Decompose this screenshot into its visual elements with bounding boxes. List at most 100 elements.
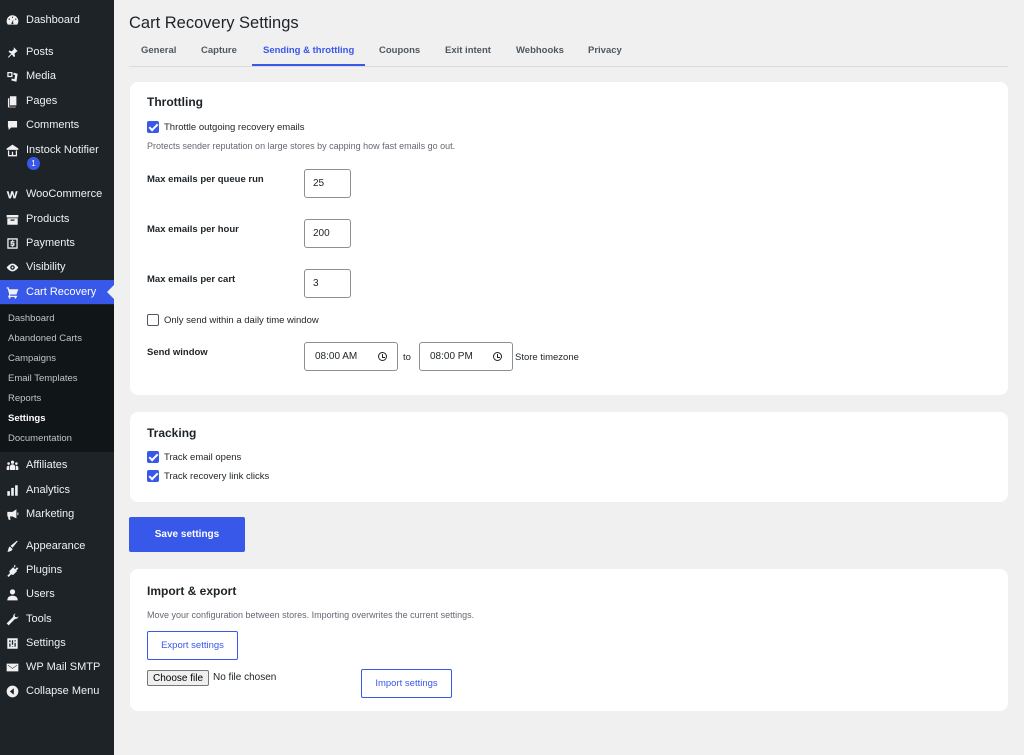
tab-capture[interactable]: Capture (201, 45, 237, 56)
tracking-card: Tracking Track email opens Track recover… (130, 412, 1008, 502)
sidebar-item-label: Analytics (26, 484, 71, 496)
user-icon (6, 588, 19, 601)
throttle-checkbox[interactable] (147, 121, 159, 133)
throttling-card: Throttling Throttle outgoing recovery em… (130, 82, 1008, 395)
active-tab-indicator (252, 64, 365, 66)
settings-icon (6, 637, 19, 650)
sidebar-item-label: Users (26, 588, 55, 600)
eye-icon (6, 261, 19, 274)
sidebar-item-payments[interactable]: Payments (0, 231, 114, 255)
start-time-input[interactable]: 08:00 AM (304, 342, 398, 371)
sidebar-item-media[interactable]: Media (0, 64, 114, 88)
submenu-item-settings[interactable]: Settings (8, 413, 45, 424)
sidebar-item-analytics[interactable]: Analytics (0, 478, 114, 502)
cart-icon (6, 286, 19, 299)
to-label: to (403, 352, 411, 363)
sidebar-item-label: Dashboard (26, 14, 80, 26)
sidebar-item-label: Plugins (26, 564, 63, 576)
per-cart-label: Max emails per cart (147, 274, 236, 285)
collapse-menu-button[interactable]: Collapse Menu (0, 679, 114, 703)
sidebar-item-users[interactable]: Users (0, 582, 114, 606)
time-window-checkbox[interactable] (147, 314, 159, 326)
tab-exit-intent[interactable]: Exit intent (445, 45, 491, 56)
per-hour-input[interactable]: 200 (304, 219, 351, 248)
sidebar-item-label: Visibility (26, 261, 66, 273)
sidebar-item-plugins[interactable]: Plugins (0, 558, 114, 582)
notification-badge: 1 (27, 157, 40, 170)
import-export-help: Move your configuration between stores. … (147, 610, 475, 620)
sidebar-item-label: Settings (26, 637, 66, 649)
save-settings-button[interactable]: Save settings (129, 517, 245, 552)
throttle-help: Protects sender reputation on large stor… (147, 141, 456, 151)
sidebar-item-appearance[interactable]: Appearance (0, 534, 114, 558)
sidebar-item-visibility[interactable]: Visibility (0, 255, 114, 279)
end-time-input[interactable]: 08:00 PM (419, 342, 513, 371)
groups-icon (6, 459, 19, 472)
sidebar-item-products[interactable]: Products (0, 207, 114, 231)
submenu-item-dashboard[interactable]: Dashboard (8, 313, 54, 324)
collapse-icon (6, 685, 19, 698)
sidebar-item-label: WP Mail SMTP (26, 661, 101, 673)
sidebar-item-cart-recovery[interactable]: Cart Recovery (0, 280, 114, 304)
send-window-label: Send window (147, 347, 208, 358)
plug-icon (6, 564, 19, 577)
tracking-title: Tracking (147, 426, 197, 440)
track-clicks-checkbox[interactable] (147, 470, 159, 482)
per-queue-label: Max emails per queue run (147, 174, 264, 185)
sidebar-item-pages[interactable]: Pages (0, 89, 114, 113)
bar-chart-icon (6, 484, 19, 497)
tab-coupons[interactable]: Coupons (379, 45, 420, 56)
comment-icon (6, 119, 19, 132)
choose-file-button[interactable]: Choose file (147, 670, 209, 686)
track-clicks-label: Track recovery link clicks (164, 471, 270, 482)
sidebar-item-label: Marketing (26, 508, 75, 520)
cart-recovery-submenu: Dashboard Abandoned Carts Campaigns Emai… (0, 305, 114, 452)
sidebar-item-marketing[interactable]: Marketing (0, 502, 114, 526)
tab-general[interactable]: General (141, 45, 176, 56)
sidebar-item-posts[interactable]: Posts (0, 40, 114, 64)
sidebar-item-settings[interactable]: Settings (0, 631, 114, 655)
store-icon (6, 144, 19, 157)
clock-icon[interactable] (378, 352, 387, 361)
sidebar-item-label: Collapse Menu (26, 685, 100, 697)
sidebar-item-label: Pages (26, 95, 58, 107)
sidebar-item-wp-mail-smtp[interactable]: WP Mail SMTP (0, 655, 114, 679)
submenu-item-email-templates[interactable]: Email Templates (8, 373, 78, 384)
per-cart-input[interactable]: 3 (304, 269, 351, 298)
file-status: No file chosen (213, 672, 277, 683)
settings-tabs: General Capture Sending & throttling Cou… (129, 38, 1008, 67)
sidebar-item-label: Appearance (26, 540, 86, 552)
sidebar-item-instock-notifier[interactable]: Instock Notifier (0, 138, 114, 162)
per-queue-input[interactable]: 25 (304, 169, 351, 198)
import-settings-button[interactable]: Import settings (361, 669, 452, 698)
dashboard-icon (6, 14, 19, 27)
wrench-icon (6, 613, 19, 626)
sidebar-item-dashboard[interactable]: Dashboard (0, 8, 114, 32)
track-opens-label: Track email opens (164, 452, 242, 463)
sidebar-item-woocommerce[interactable]: WooCommerce (0, 182, 114, 206)
woo-icon (6, 188, 19, 201)
start-time-value: 08:00 AM (315, 351, 358, 362)
sidebar-item-label: WooCommerce (26, 188, 103, 200)
submenu-item-reports[interactable]: Reports (8, 393, 41, 404)
admin-sidebar: Dashboard Posts Media Pages Comments Ins… (0, 0, 114, 755)
submenu-item-campaigns[interactable]: Campaigns (8, 353, 56, 364)
tab-webhooks[interactable]: Webhooks (516, 45, 564, 56)
export-settings-button[interactable]: Export settings (147, 631, 238, 660)
sidebar-item-label: Instock Notifier (26, 144, 99, 156)
timezone-note: Store timezone (515, 352, 579, 363)
sidebar-item-tools[interactable]: Tools (0, 607, 114, 631)
page-title: Cart Recovery Settings (129, 14, 299, 32)
megaphone-icon (6, 508, 19, 521)
submenu-item-documentation[interactable]: Documentation (8, 433, 72, 444)
track-opens-checkbox[interactable] (147, 451, 159, 463)
tab-sending-throttling[interactable]: Sending & throttling (263, 45, 354, 56)
submenu-item-abandoned-carts[interactable]: Abandoned Carts (8, 333, 82, 344)
tab-privacy[interactable]: Privacy (588, 45, 622, 56)
sidebar-item-comments[interactable]: Comments (0, 113, 114, 137)
clock-icon[interactable] (493, 352, 502, 361)
sidebar-item-affiliates[interactable]: Affiliates (0, 453, 114, 477)
media-icon (6, 70, 19, 83)
sidebar-item-label: Payments (26, 237, 75, 249)
pages-icon (6, 95, 19, 108)
